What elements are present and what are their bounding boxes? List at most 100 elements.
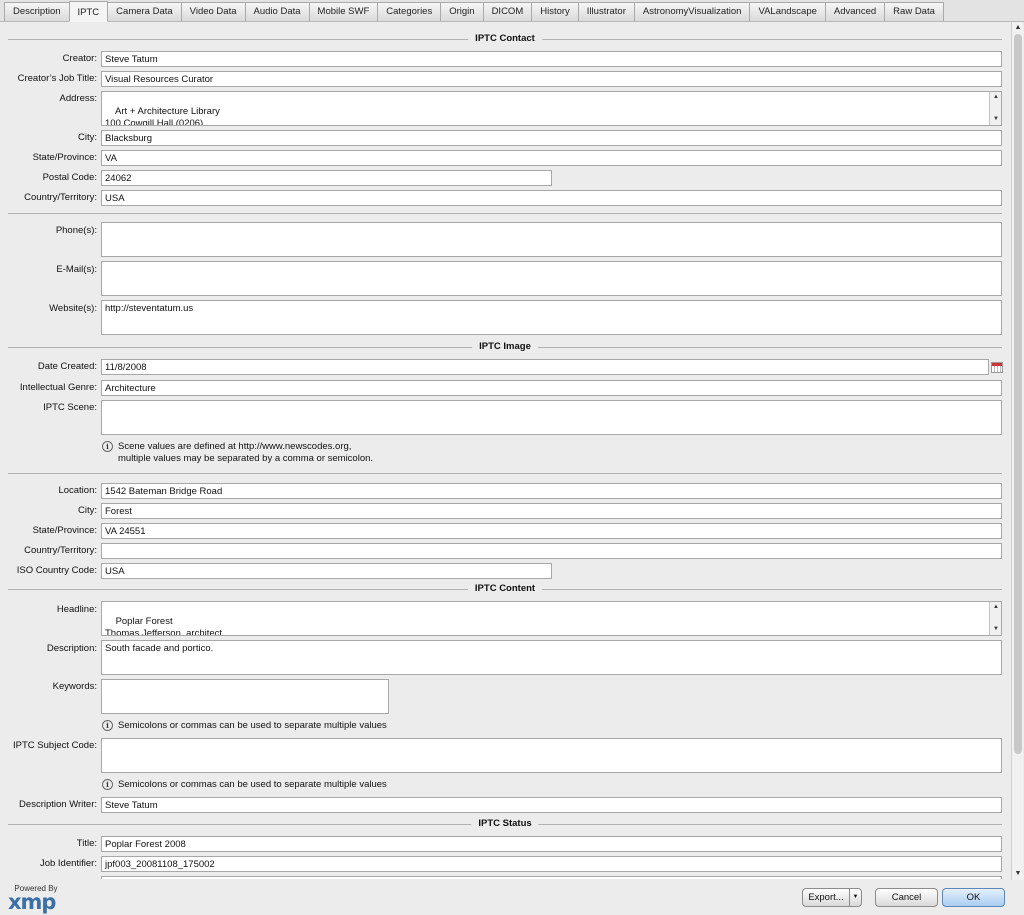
iso-country-code-label: ISO Country Code: (16, 565, 97, 576)
export-button[interactable]: Export... ▼ (802, 888, 862, 907)
cancel-button[interactable]: Cancel (875, 888, 938, 907)
location-state-field[interactable]: VA 24551 (101, 523, 1002, 539)
date-created-label: Date Created: (37, 361, 97, 372)
emails-field[interactable] (101, 261, 1002, 296)
info-icon: i (102, 779, 113, 790)
section-title: IPTC Status (471, 818, 539, 830)
next-field[interactable] (101, 876, 1002, 879)
tab-valandscape[interactable]: VALandscape (749, 2, 826, 21)
websites-field[interactable]: http://steventatum.us (101, 300, 1002, 335)
tab-camera-data[interactable]: Camera Data (107, 2, 182, 21)
keywords-field[interactable] (101, 679, 389, 714)
tab-dicom[interactable]: DICOM (482, 2, 533, 21)
iso-country-code-field[interactable]: USA (101, 563, 552, 579)
postal-code-field[interactable]: 24062 (101, 170, 552, 186)
title-field[interactable]: Poplar Forest 2008 (101, 836, 1002, 852)
subject-code-field[interactable] (101, 738, 1002, 773)
scroll-up-icon[interactable]: ▲ (1013, 23, 1023, 33)
headline-scrollbar[interactable]: ▲ ▼ (989, 602, 1001, 635)
genre-field[interactable]: Architecture (101, 380, 1002, 396)
keywords-note-text: Semicolons or commas can be used to sepa… (118, 720, 387, 731)
phones-label: Phone(s): (55, 225, 97, 236)
description-writer-field[interactable]: Steve Tatum (101, 797, 1002, 813)
address-label: Address: (59, 93, 98, 104)
calendar-icon[interactable] (991, 362, 1003, 373)
tab-raw-data[interactable]: Raw Data (884, 2, 944, 21)
creator-field[interactable]: Steve Tatum (101, 51, 1002, 67)
city-field[interactable]: Blacksburg (101, 130, 1002, 146)
scroll-thumb[interactable] (1014, 34, 1022, 754)
scroll-up-icon[interactable]: ▲ (991, 603, 1001, 612)
address-field[interactable]: Art + Architecture Library 100 Cowgill H… (101, 91, 1002, 126)
country-field[interactable]: USA (101, 190, 1002, 206)
ok-button[interactable]: OK (942, 888, 1005, 907)
dialog-footer: Powered By xmp Export... ▼ Cancel OK (0, 880, 1024, 915)
job-identifier-field[interactable]: jpf003_20081108_175002 (101, 856, 1002, 872)
section-iptc-image: IPTC Image (8, 341, 1002, 353)
section-title: IPTC Image (472, 341, 538, 353)
headline-field[interactable]: Poplar Forest Thomas Jefferson, architec… (101, 601, 1002, 636)
state-field[interactable]: VA (101, 150, 1002, 166)
description-field[interactable]: South facade and portico. (101, 640, 1002, 675)
scene-field[interactable] (101, 400, 1002, 435)
country-label: Country/Territory: (24, 192, 97, 203)
subject-note: i Semicolons or commas can be used to sep… (102, 779, 387, 791)
info-icon: i (102, 441, 113, 452)
tab-history[interactable]: History (531, 2, 579, 21)
location-field[interactable]: 1542 Bateman Bridge Road (101, 483, 1002, 499)
scroll-down-icon[interactable]: ▼ (991, 115, 1001, 124)
job-title-label: Creator’s Job Title: (17, 73, 97, 84)
tab-mobile-swf[interactable]: Mobile SWF (308, 2, 379, 21)
tab-categories[interactable]: Categories (377, 2, 442, 21)
tab-astronomy-visualization[interactable]: AstronomyVisualization (633, 2, 751, 21)
tab-bar: Description IPTC Camera Data Video Data … (0, 0, 1024, 22)
state-label: State/Province: (32, 152, 97, 163)
scroll-up-icon[interactable]: ▲ (991, 93, 1001, 102)
headline-label: Headline: (56, 604, 97, 615)
location-state-label: State/Province: (32, 525, 97, 536)
scene-note-line-2: multiple values may be separated by a co… (118, 453, 374, 464)
title-label: Title: (76, 838, 97, 849)
job-identifier-label: Job Identifier: (39, 858, 97, 869)
scene-label: IPTC Scene: (43, 402, 97, 413)
date-created-field[interactable]: 11/8/2008 (101, 359, 989, 375)
scroll-down-icon[interactable]: ▼ (991, 625, 1001, 634)
section-iptc-status: IPTC Status (8, 818, 1002, 830)
address-scrollbar[interactable]: ▲ ▼ (989, 92, 1001, 125)
subject-code-label: IPTC Subject Code: (13, 740, 97, 751)
tab-video-data[interactable]: Video Data (180, 2, 246, 21)
scene-note: i Scene values are defined at http://www.… (102, 441, 373, 465)
tab-audio-data[interactable]: Audio Data (244, 2, 310, 21)
xmp-logo-text: xmp (8, 890, 56, 914)
tab-iptc[interactable]: IPTC (68, 1, 109, 22)
city-label: City: (78, 132, 97, 143)
divider (8, 473, 1002, 474)
creator-label: Creator: (62, 53, 97, 64)
phones-field[interactable] (101, 222, 1002, 257)
info-icon: i (102, 720, 113, 731)
xmp-logo: Powered By xmp (8, 884, 64, 914)
emails-label: E-Mail(s): (56, 264, 97, 275)
genre-label: Intellectual Genre: (19, 382, 97, 393)
description-writer-label: Description Writer: (19, 799, 97, 810)
scene-note-line-1: Scene values are defined at http://www.n… (118, 441, 352, 452)
section-title: IPTC Contact (468, 33, 542, 45)
location-city-label: City: (78, 505, 97, 516)
chevron-down-icon[interactable]: ▼ (849, 889, 861, 906)
section-iptc-contact: IPTC Contact (8, 33, 1002, 45)
postal-code-label: Postal Code: (42, 172, 97, 183)
location-label: Location: (58, 485, 97, 496)
job-title-field[interactable]: Visual Resources Curator (101, 71, 1002, 87)
tab-advanced[interactable]: Advanced (824, 2, 886, 21)
description-label: Description: (46, 643, 97, 654)
main-scrollbar[interactable]: ▲ ▼ (1011, 22, 1023, 880)
tab-origin[interactable]: Origin (440, 2, 484, 21)
tab-description[interactable]: Description (4, 2, 70, 21)
location-country-field[interactable] (101, 543, 1002, 559)
scroll-down-icon[interactable]: ▼ (1013, 869, 1023, 879)
export-button-label: Export... (808, 892, 844, 903)
websites-label: Website(s): (49, 303, 97, 314)
section-title: IPTC Content (467, 583, 543, 595)
location-city-field[interactable]: Forest (101, 503, 1002, 519)
tab-illustrator[interactable]: Illustrator (577, 2, 635, 21)
